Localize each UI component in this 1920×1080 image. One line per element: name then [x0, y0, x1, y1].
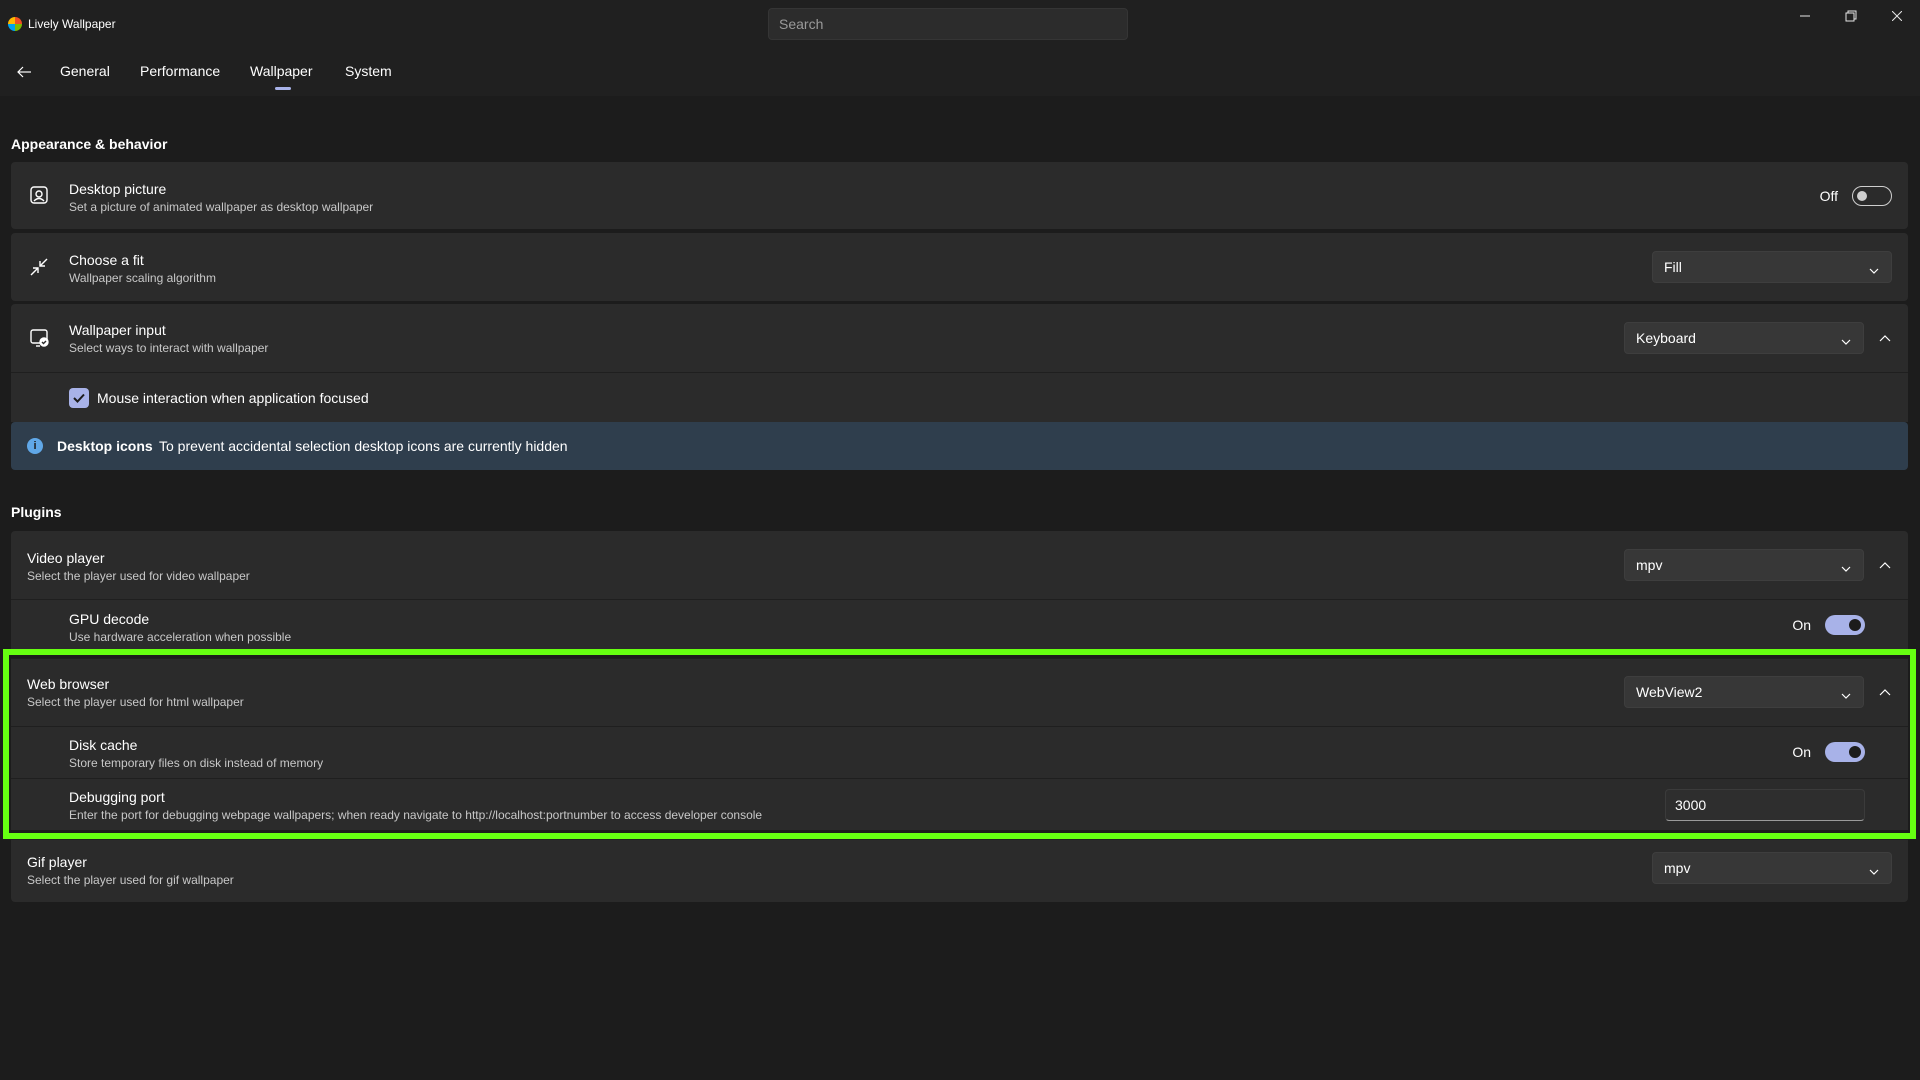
chevron-up-icon — [1879, 562, 1891, 569]
dropdown-value: Keyboard — [1636, 330, 1696, 346]
back-button[interactable] — [12, 60, 36, 84]
disk-cache-toggle[interactable] — [1825, 742, 1865, 762]
picture-icon — [27, 183, 51, 207]
tab-general[interactable]: General — [60, 63, 110, 79]
setting-mouse-interaction: Mouse interaction when application focus… — [11, 372, 1908, 422]
setting-desktop-picture: Desktop picture Set a picture of animate… — [11, 162, 1908, 229]
infobar-message: To prevent accidental selection desktop … — [159, 438, 568, 454]
chevron-down-icon — [1841, 560, 1851, 576]
collapse-button[interactable] — [1873, 326, 1897, 350]
disk-cache-toggle-group: On — [1792, 742, 1865, 762]
setting-title: Web browser — [27, 676, 110, 692]
setting-description: Select the player used for gif wallpaper — [27, 873, 234, 887]
setting-title: Debugging port — [69, 789, 165, 805]
gpu-decode-toggle-group: On — [1792, 615, 1865, 635]
selected-tab-indicator — [275, 87, 291, 90]
setting-description: Select the player used for video wallpap… — [27, 569, 250, 583]
toggle-knob — [1849, 746, 1861, 758]
setting-wallpaper-input: Wallpaper input Select ways to interact … — [11, 304, 1908, 372]
desktop-icons-infobar: i Desktop icons To prevent accidental se… — [11, 422, 1908, 470]
chevron-down-icon — [1869, 863, 1879, 879]
setting-title: Choose a fit — [69, 252, 144, 268]
chevron-up-icon — [1879, 335, 1891, 342]
toggle-state-label: On — [1792, 617, 1811, 633]
chevron-down-icon — [1841, 333, 1851, 349]
desktop-picture-toggle-group: Off — [1820, 186, 1892, 206]
checkmark-icon — [73, 393, 85, 403]
web-browser-dropdown[interactable]: WebView2 — [1624, 676, 1864, 708]
setting-description: Store temporary files on disk instead of… — [69, 756, 324, 770]
title-bar: Lively Wallpaper Search — [0, 0, 1920, 48]
desktop-picture-toggle[interactable] — [1852, 186, 1892, 206]
fit-dropdown[interactable]: Fill — [1652, 251, 1892, 283]
toggle-knob — [1857, 191, 1867, 201]
toggle-state-label: On — [1792, 744, 1811, 760]
setting-web-browser: Web browser Select the player used for h… — [11, 658, 1908, 726]
restore-button[interactable] — [1828, 0, 1874, 32]
fit-arrows-icon — [27, 255, 51, 279]
debugging-port-input[interactable]: 3000 — [1665, 789, 1865, 821]
section-title-appearance: Appearance & behavior — [11, 136, 168, 152]
gif-player-dropdown[interactable]: mpv — [1652, 852, 1892, 884]
dropdown-value: mpv — [1636, 557, 1663, 573]
setting-description: Wallpaper scaling algorithm — [69, 271, 216, 285]
monitor-check-icon — [27, 326, 51, 350]
setting-title: Gif player — [27, 854, 87, 870]
setting-description: Set a picture of animated wallpaper as d… — [69, 200, 374, 214]
app-title: Lively Wallpaper — [28, 17, 116, 31]
collapse-button[interactable] — [1873, 680, 1897, 704]
setting-title: GPU decode — [69, 611, 150, 627]
close-button[interactable] — [1874, 0, 1920, 32]
setting-gif-player: Gif player Select the player used for gi… — [11, 839, 1908, 902]
chevron-down-icon — [1869, 262, 1879, 278]
section-title-plugins: Plugins — [11, 504, 62, 520]
dropdown-value: Fill — [1664, 259, 1682, 275]
setting-gpu-decode: GPU decode Use hardware acceleration whe… — [11, 599, 1908, 649]
video-player-dropdown[interactable]: mpv — [1624, 549, 1864, 581]
setting-description: Select ways to interact with wallpaper — [69, 341, 269, 355]
tab-performance[interactable]: Performance — [140, 63, 220, 79]
setting-description: Use hardware acceleration when possible — [69, 630, 292, 644]
setting-title: Disk cache — [69, 737, 138, 753]
tab-wallpaper[interactable]: Wallpaper — [250, 63, 313, 79]
setting-title: Desktop picture — [69, 181, 167, 197]
mouse-interaction-checkbox[interactable] — [69, 388, 89, 408]
wallpaper-input-dropdown[interactable]: Keyboard — [1624, 322, 1864, 354]
toggle-knob — [1849, 619, 1861, 631]
setting-title: Wallpaper input — [69, 322, 166, 338]
search-input[interactable]: Search — [768, 8, 1128, 40]
checkbox-label: Mouse interaction when application focus… — [97, 390, 369, 406]
dropdown-value: WebView2 — [1636, 684, 1703, 700]
setting-choose-fit: Choose a fit Wallpaper scaling algorithm… — [11, 233, 1908, 301]
close-icon — [1892, 11, 1902, 21]
chevron-down-icon — [1841, 687, 1851, 703]
setting-description: Select the player used for html wallpape… — [27, 695, 244, 709]
setting-disk-cache: Disk cache Store temporary files on disk… — [11, 726, 1908, 778]
setting-title: Video player — [27, 550, 105, 566]
chevron-up-icon — [1879, 689, 1891, 696]
info-icon: i — [27, 438, 43, 454]
tab-system[interactable]: System — [345, 63, 392, 79]
setting-debugging-port: Debugging port Enter the port for debugg… — [11, 778, 1908, 830]
back-arrow-icon — [17, 66, 31, 78]
app-logo-icon — [8, 17, 22, 31]
infobar-title: Desktop icons — [57, 438, 153, 454]
minimize-button[interactable] — [1782, 0, 1828, 32]
setting-description: Enter the port for debugging webpage wal… — [69, 808, 763, 822]
gpu-decode-toggle[interactable] — [1825, 615, 1865, 635]
setting-video-player: Video player Select the player used for … — [11, 531, 1908, 599]
restore-icon — [1845, 10, 1857, 22]
toggle-state-label: Off — [1819, 188, 1838, 204]
minimize-icon — [1800, 15, 1810, 17]
collapse-button[interactable] — [1873, 553, 1897, 577]
dropdown-value: mpv — [1664, 860, 1691, 876]
